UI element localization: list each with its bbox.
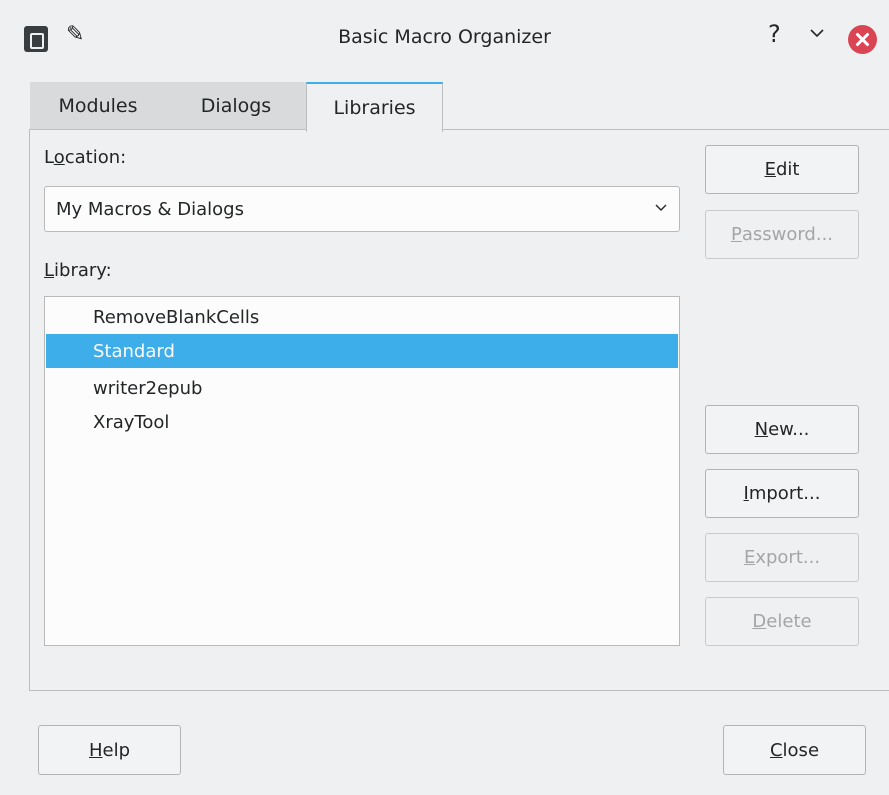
export-button[interactable]: Export... (705, 533, 859, 582)
title-bar: ✎ Basic Macro Organizer ? (0, 0, 889, 78)
password-button[interactable]: Password... (705, 210, 859, 259)
library-list[interactable]: RemoveBlankCells Standard writer2epub Xr… (44, 296, 680, 646)
library-label: Library: (44, 260, 112, 281)
tab-modules[interactable]: Modules (30, 82, 166, 130)
help-icon[interactable]: ? (768, 20, 781, 48)
chevron-down-icon (655, 204, 667, 211)
list-item[interactable]: XrayTool (46, 405, 678, 439)
list-item[interactable]: Standard (46, 334, 678, 368)
help-button[interactable]: Help (38, 725, 181, 775)
location-value: My Macros & Dialogs (56, 198, 244, 220)
new-button[interactable]: New... (705, 405, 859, 454)
location-combobox[interactable]: My Macros & Dialogs (44, 186, 680, 232)
close-button[interactable]: Close (723, 725, 866, 775)
import-button[interactable]: Import... (705, 469, 859, 518)
list-item[interactable]: RemoveBlankCells (46, 300, 678, 334)
chevron-down-icon[interactable] (810, 26, 824, 40)
tab-libraries[interactable]: Libraries (306, 82, 443, 132)
window-title: Basic Macro Organizer (338, 26, 551, 48)
close-icon[interactable] (848, 25, 877, 54)
edit-button[interactable]: Edit (705, 145, 859, 194)
location-label: Location: (44, 147, 127, 168)
delete-button[interactable]: Delete (705, 597, 859, 646)
list-item[interactable]: writer2epub (46, 371, 678, 405)
tab-dialogs[interactable]: Dialogs (166, 82, 306, 130)
